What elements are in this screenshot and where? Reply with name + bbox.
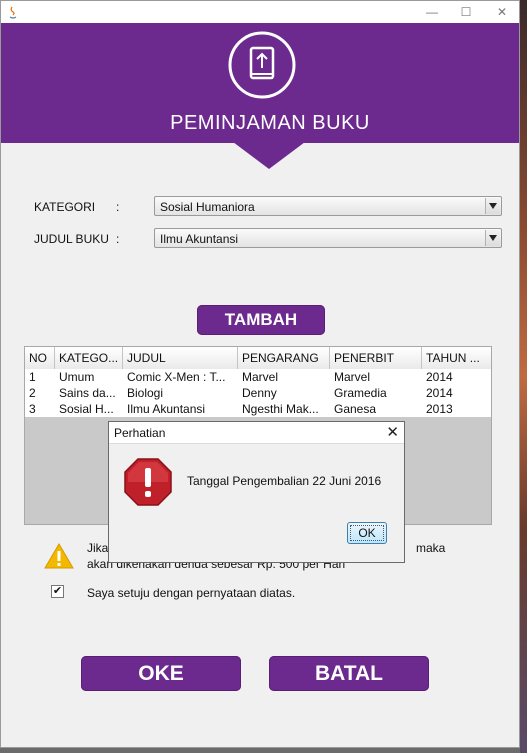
table-cell: Gramedia bbox=[334, 386, 387, 400]
table-cell: 3 bbox=[29, 402, 36, 416]
table-row[interactable]: 1 Umum Comic X-Men : T... Marvel Marvel … bbox=[25, 369, 491, 385]
column-header[interactable]: TAHUN ... bbox=[422, 347, 491, 369]
background-strip bbox=[520, 0, 527, 753]
tambah-button[interactable]: TAMBAH bbox=[197, 305, 325, 335]
table-cell: 2014 bbox=[426, 370, 453, 384]
table-cell: Umum bbox=[59, 370, 95, 384]
error-icon bbox=[124, 458, 172, 506]
maximize-button[interactable]: ☐ bbox=[451, 1, 481, 23]
header-pointer bbox=[233, 142, 305, 169]
minimize-button[interactable]: — bbox=[417, 1, 447, 23]
table-cell: 2014 bbox=[426, 386, 453, 400]
table-cell: Sains da... bbox=[59, 386, 116, 400]
agreement-label: Saya setuju dengan pernyataan diatas. bbox=[87, 586, 296, 600]
main-window: — ☐ ✕ PEMINJAMAN BUKU KATEGORI : Sosial … bbox=[0, 0, 520, 748]
table-row[interactable]: 3 Sosial H... Ilmu Akuntansi Ngesthi Mak… bbox=[25, 401, 491, 417]
column-header[interactable]: KATEGO... bbox=[55, 347, 123, 369]
judul-colon: : bbox=[116, 232, 120, 246]
kategori-label: KATEGORI bbox=[34, 200, 96, 214]
batal-button[interactable]: BATAL bbox=[269, 656, 429, 691]
table-cell: Marvel bbox=[242, 370, 279, 384]
kategori-colon: : bbox=[116, 200, 120, 214]
table-cell: Sosial H... bbox=[59, 402, 114, 416]
judul-selected-value: Ilmu Akuntansi bbox=[160, 232, 239, 246]
table-cell: 1 bbox=[29, 370, 36, 384]
dialog-title-bar: Perhatian ✕ bbox=[109, 422, 404, 444]
warning-icon bbox=[44, 543, 74, 569]
table-cell: Biologi bbox=[127, 386, 164, 400]
table-cell: Marvel bbox=[334, 370, 371, 384]
book-upload-icon bbox=[228, 31, 296, 99]
oke-button[interactable]: OKE bbox=[81, 656, 241, 691]
column-header[interactable]: PENGARANG bbox=[238, 347, 330, 369]
table-header: NO KATEGO... JUDUL PENGARANG PENERBIT TA… bbox=[25, 347, 491, 370]
chevron-down-icon[interactable] bbox=[485, 230, 500, 246]
table-cell: Ilmu Akuntansi bbox=[127, 402, 206, 416]
column-header[interactable]: NO bbox=[25, 347, 55, 369]
dialog-message: Tanggal Pengembalian 22 Juni 2016 bbox=[187, 474, 382, 488]
kategori-select[interactable]: Sosial Humaniora bbox=[154, 196, 502, 216]
table-cell: Ngesthi Mak... bbox=[242, 402, 319, 416]
judul-label: JUDUL BUKU bbox=[34, 232, 109, 246]
notice-line1-end: maka bbox=[416, 541, 446, 555]
notice-line1-start: Jika bbox=[87, 541, 109, 555]
table-cell: Denny bbox=[242, 386, 277, 400]
java-icon bbox=[9, 6, 17, 19]
table-cell: 2 bbox=[29, 386, 36, 400]
app-title: PEMINJAMAN BUKU bbox=[170, 112, 370, 134]
close-icon[interactable]: ✕ bbox=[386, 423, 399, 441]
table-cell: Comic X-Men : T... bbox=[127, 370, 226, 384]
agreement-checkbox[interactable]: ✔ bbox=[51, 585, 64, 598]
table-row[interactable]: 2 Sains da... Biologi Denny Gramedia 201… bbox=[25, 385, 491, 401]
ok-button[interactable]: OK bbox=[347, 522, 387, 544]
title-bar: — ☐ ✕ bbox=[1, 1, 519, 23]
alert-dialog: Perhatian ✕ Tanggal Pengembalian 22 Juni… bbox=[108, 421, 405, 563]
close-window-button[interactable]: ✕ bbox=[487, 1, 517, 23]
table-cell: 2013 bbox=[426, 402, 453, 416]
dialog-title: Perhatian bbox=[114, 426, 166, 440]
kategori-selected-value: Sosial Humaniora bbox=[160, 200, 255, 214]
judul-select[interactable]: Ilmu Akuntansi bbox=[154, 228, 502, 248]
chevron-down-icon[interactable] bbox=[485, 198, 500, 214]
column-header[interactable]: PENERBIT bbox=[330, 347, 422, 369]
column-header[interactable]: JUDUL bbox=[123, 347, 238, 369]
table-cell: Ganesa bbox=[334, 402, 377, 416]
